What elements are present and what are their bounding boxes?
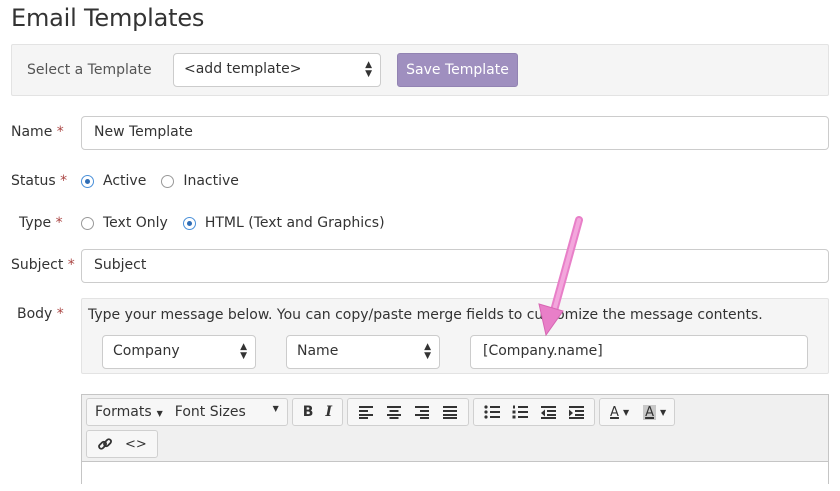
editor-toolbar-row-2: <>	[86, 430, 162, 458]
name-input[interactable]: New Template	[81, 116, 829, 150]
color-group: A ▼ A ▼	[599, 398, 676, 426]
font-sizes-menu[interactable]: Font Sizes ▼	[169, 404, 285, 420]
align-left-icon[interactable]	[352, 399, 380, 425]
required-marker: *	[56, 306, 64, 322]
name-input-value: New Template	[94, 124, 193, 140]
subject-input-value: Subject	[94, 257, 147, 273]
required-marker: *	[67, 257, 75, 273]
numbered-list-icon[interactable]	[506, 399, 534, 425]
status-active-label[interactable]: Active	[103, 173, 146, 189]
outdent-icon[interactable]	[534, 399, 562, 425]
body-label: Body *	[17, 306, 64, 322]
template-select-value: <add template>	[184, 61, 302, 77]
required-marker: *	[55, 215, 63, 231]
editor-content-area[interactable]	[82, 461, 828, 491]
caret-down-icon: ▼	[156, 409, 163, 418]
type-html-label[interactable]: HTML (Text and Graphics)	[205, 215, 385, 231]
page-title: Email Templates	[11, 4, 205, 32]
type-label: Type *	[19, 215, 63, 231]
text-color-button[interactable]: A	[604, 399, 621, 425]
type-text-only-label[interactable]: Text Only	[103, 215, 168, 231]
bullet-list-icon[interactable]	[478, 399, 506, 425]
merge-fields-panel: Type your message below. You can copy/pa…	[81, 298, 829, 374]
name-label: Name *	[11, 124, 64, 140]
bold-button[interactable]: B	[297, 399, 320, 425]
insert-group: <>	[86, 430, 158, 458]
body-hint: Type your message below. You can copy/pa…	[88, 307, 763, 323]
code-icon[interactable]: <>	[119, 431, 153, 457]
italic-button[interactable]: I	[319, 399, 338, 425]
required-marker: *	[56, 124, 64, 140]
align-right-icon[interactable]	[408, 399, 436, 425]
merge-result-input[interactable]: [Company.name]	[470, 335, 808, 369]
status-label: Status *	[11, 173, 68, 189]
subject-label: Subject *	[11, 257, 75, 273]
select-template-label: Select a Template	[27, 62, 152, 78]
type-html-radio[interactable]	[182, 216, 196, 230]
align-justify-icon[interactable]	[436, 399, 464, 425]
background-color-button[interactable]: A	[637, 399, 658, 425]
merge-object-select[interactable]: Company ▲ ▼	[102, 335, 256, 369]
formats-menu[interactable]: Formats ▼	[89, 404, 169, 420]
caret-down-icon: ▼	[272, 404, 279, 413]
caret-down-icon[interactable]: ▼	[658, 399, 670, 425]
status-active-radio[interactable]	[81, 174, 94, 188]
list-group	[473, 398, 596, 426]
align-center-icon[interactable]	[380, 399, 408, 425]
merge-field-select[interactable]: Name ▲ ▼	[286, 335, 440, 369]
editor-toolbar-row-1: Formats ▼ Font Sizes ▼ B I A ▼ A ▼	[86, 398, 679, 426]
select-arrows-icon: ▲ ▼	[365, 60, 372, 79]
caret-down-icon[interactable]: ▼	[621, 399, 637, 425]
link-icon[interactable]	[91, 431, 119, 457]
status-radio-group: Active Inactive	[81, 173, 254, 189]
type-radio-group: Text Only HTML (Text and Graphics)	[81, 215, 400, 231]
format-menu-group: Formats ▼ Font Sizes ▼	[86, 398, 288, 426]
select-arrows-icon: ▲ ▼	[240, 342, 247, 361]
save-template-button[interactable]: Save Template	[397, 53, 518, 87]
template-select-bar: Select a Template <add template> ▲ ▼ Save…	[11, 44, 829, 96]
merge-object-value: Company	[113, 343, 180, 359]
required-marker: *	[60, 173, 68, 189]
select-arrows-icon: ▲ ▼	[424, 342, 431, 361]
merge-field-value: Name	[297, 343, 339, 359]
subject-input[interactable]: Subject	[81, 249, 829, 283]
alignment-group	[347, 398, 470, 426]
text-style-group: B I	[291, 398, 344, 426]
status-inactive-radio[interactable]	[161, 174, 175, 188]
merge-result-value: [Company.name]	[483, 343, 603, 359]
status-inactive-label[interactable]: Inactive	[183, 173, 239, 189]
template-select[interactable]: <add template> ▲ ▼	[173, 53, 381, 87]
type-text-only-radio[interactable]	[81, 216, 94, 230]
indent-icon[interactable]	[562, 399, 590, 425]
